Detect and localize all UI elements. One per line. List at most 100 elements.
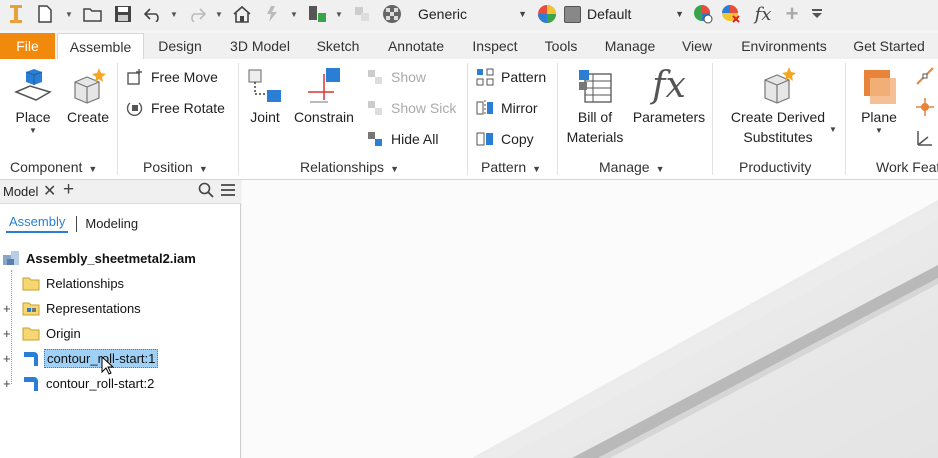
free-move-icon xyxy=(124,67,146,87)
tab-annotate[interactable]: Annotate xyxy=(376,33,456,59)
tab-sketch[interactable]: Sketch xyxy=(306,33,370,59)
close-icon[interactable]: ✕ xyxy=(43,181,56,201)
clear-appearance-icon[interactable] xyxy=(720,3,742,25)
update-icon xyxy=(260,3,284,25)
free-rotate-button[interactable]: Free Rotate xyxy=(124,97,225,119)
tab-assemble[interactable]: Assemble xyxy=(57,33,144,59)
search-icon[interactable] xyxy=(198,182,214,201)
position-group-label[interactable]: Position ▼ xyxy=(143,159,208,177)
home-icon[interactable] xyxy=(230,3,254,25)
menu-icon[interactable] xyxy=(220,183,236,200)
app-logo-icon[interactable] xyxy=(6,3,26,25)
fx-icon: fx xyxy=(652,65,686,106)
plane-button[interactable]: Plane ▼ xyxy=(852,65,906,135)
create-derived-substitutes-button[interactable]: Create Derived Substitutes xyxy=(722,65,834,147)
model-browser-header: Model ✕ + xyxy=(0,179,241,204)
subtab-modeling[interactable]: Modeling xyxy=(85,216,138,231)
tab-view[interactable]: View xyxy=(672,33,722,59)
derived-label-line1: Create Derived xyxy=(730,109,826,125)
position-group-text: Position xyxy=(143,159,193,175)
chevron-down-icon: ▼ xyxy=(88,164,98,174)
tree-item-contour-roll-2[interactable]: + contour_roll-start:2 xyxy=(0,372,154,394)
parameters-button[interactable]: fx Parameters xyxy=(632,65,706,127)
undo-icon[interactable] xyxy=(142,3,164,25)
tree-item-label: Origin xyxy=(46,325,81,341)
plus-icon[interactable]: + xyxy=(782,1,802,26)
tree-root-item[interactable]: Assembly_sheetmetal2.iam xyxy=(2,247,196,269)
component-group-label[interactable]: Component ▼ xyxy=(10,159,97,177)
bom-label-line2: Materials xyxy=(566,129,624,145)
fx-icon[interactable]: fx xyxy=(750,3,776,25)
chevron-down-icon: ▼ xyxy=(198,164,208,174)
chevron-down-icon: ▼ xyxy=(29,126,37,135)
ribbon-panel: Place ▼ Create Component ▼ Free Move Free… xyxy=(0,59,938,180)
pattern-button[interactable]: Pattern xyxy=(474,66,546,88)
model-browser-panel: Model ✕ + Assembly Modeling Assembly_she… xyxy=(0,179,241,458)
show-sick-button: Show Sick xyxy=(364,97,456,119)
show-button: Show xyxy=(364,66,426,88)
copy-button[interactable]: Copy xyxy=(474,128,534,150)
select-icon[interactable] xyxy=(306,3,330,25)
tree-item-relationships[interactable]: Relationships xyxy=(22,272,124,294)
create-component-button[interactable]: Create xyxy=(62,65,114,127)
chevron-down-icon[interactable]: ▼ xyxy=(214,3,224,25)
tab-design[interactable]: Design xyxy=(148,33,212,59)
model-tab-label[interactable]: Model xyxy=(3,184,38,199)
visual-style-icon[interactable] xyxy=(380,3,404,25)
pattern-group-text: Pattern xyxy=(481,159,527,175)
constrain-button[interactable]: Constrain xyxy=(292,65,356,127)
bill-of-materials-button[interactable]: Bill of Materials xyxy=(562,65,628,147)
chevron-down-icon[interactable]: ▼ xyxy=(64,3,74,25)
tab-3d-model[interactable]: 3D Model xyxy=(218,33,302,59)
tree-item-origin[interactable]: + Origin xyxy=(0,322,81,344)
tab-inspect[interactable]: Inspect xyxy=(462,33,528,59)
hide-all-button[interactable]: Hide All xyxy=(364,128,438,150)
tree-item-representations[interactable]: + Representations xyxy=(0,297,141,319)
work-features-group-label[interactable]: Work Feat xyxy=(876,159,938,177)
chevron-down-icon[interactable]: ▼ xyxy=(829,125,837,134)
appearance-combo[interactable]: Generic ▼ xyxy=(408,3,532,25)
chevron-down-icon[interactable]: ▼ xyxy=(289,3,299,25)
group-divider xyxy=(557,63,558,175)
expand-icon[interactable]: + xyxy=(3,302,14,315)
productivity-group-text: Productivity xyxy=(739,159,812,175)
save-icon[interactable] xyxy=(112,3,134,25)
expand-icon[interactable]: + xyxy=(3,327,14,340)
pattern-group-label[interactable]: Pattern ▼ xyxy=(481,159,541,177)
graphics-viewport[interactable] xyxy=(242,180,938,458)
expand-icon[interactable]: + xyxy=(3,352,14,365)
color-wheel-icon[interactable] xyxy=(536,3,558,25)
new-file-icon[interactable] xyxy=(34,3,56,25)
free-move-button[interactable]: Free Move xyxy=(124,66,218,88)
open-folder-icon[interactable] xyxy=(82,3,104,25)
tree-item-contour-roll-1[interactable]: + contour_roll-start:1 xyxy=(0,347,159,369)
chevron-down-icon[interactable]: ▼ xyxy=(334,3,344,25)
component-group-text: Component xyxy=(10,159,83,175)
show-label: Show xyxy=(391,69,427,85)
joint-button[interactable]: Joint xyxy=(244,65,286,127)
ucs-icon[interactable] xyxy=(914,127,936,149)
customize-menu-icon[interactable] xyxy=(808,3,826,25)
work-point-icon[interactable] xyxy=(914,96,936,118)
quick-access-toolbar: ▼ ▼ ▼ ▼ ▼ Generic ▼ Default ▼ fx + xyxy=(0,0,938,30)
tab-get-started[interactable]: Get Started xyxy=(844,33,934,59)
material-combo[interactable]: Default ▼ xyxy=(564,3,688,25)
relationships-group-label[interactable]: Relationships ▼ xyxy=(300,159,399,177)
mirror-button[interactable]: Mirror xyxy=(474,97,538,119)
chevron-down-icon[interactable]: ▼ xyxy=(169,3,179,25)
free-move-label: Free Move xyxy=(151,69,218,85)
place-button[interactable]: Place ▼ xyxy=(8,65,58,135)
subtab-assembly[interactable]: Assembly xyxy=(6,214,69,233)
tab-manage[interactable]: Manage xyxy=(596,33,664,59)
chevron-down-icon: ▼ xyxy=(875,126,883,135)
manage-group-label[interactable]: Manage ▼ xyxy=(599,159,665,177)
add-tab-icon[interactable]: + xyxy=(63,179,74,201)
tab-environments[interactable]: Environments xyxy=(730,33,838,59)
constrain-icon xyxy=(302,65,346,107)
chevron-down-icon: ▼ xyxy=(532,164,542,174)
tab-tools[interactable]: Tools xyxy=(534,33,588,59)
adjust-appearance-icon[interactable] xyxy=(692,3,714,25)
tab-file[interactable]: File xyxy=(0,33,55,59)
expand-icon[interactable]: + xyxy=(3,377,14,390)
work-axis-icon[interactable] xyxy=(914,65,936,87)
